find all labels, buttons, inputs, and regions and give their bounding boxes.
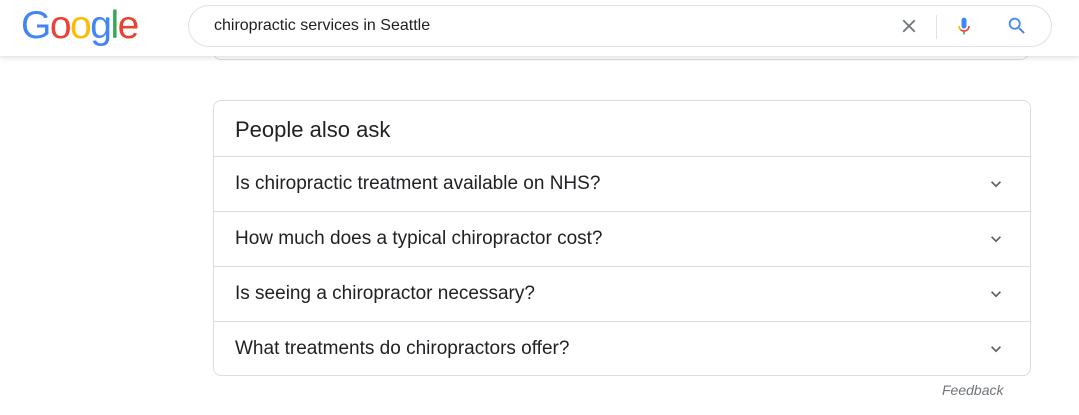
question-text: Is seeing a chiropractor necessary? (235, 283, 535, 304)
logo-letter: g (90, 4, 112, 47)
search-box (188, 5, 1052, 47)
question-text: How much does a typical chiropractor cos… (235, 228, 603, 249)
logo-letter: l (110, 4, 119, 47)
microphone-icon (958, 17, 970, 35)
logo-letter: G (21, 4, 51, 47)
question-item[interactable]: Is chiropractic treatment available on N… (214, 156, 1030, 211)
question-text: What treatments do chiropractors offer? (235, 338, 570, 359)
question-list: Is chiropractic treatment available on N… (214, 156, 1030, 376)
search-input[interactable] (214, 6, 864, 46)
question-item[interactable]: What treatments do chiropractors offer? (214, 321, 1030, 376)
chevron-down-icon (991, 236, 1001, 243)
feedback-link[interactable]: Feedback (942, 382, 1003, 398)
chevron-down-icon (991, 291, 1001, 298)
search-button[interactable] (999, 6, 1035, 46)
question-item[interactable]: How much does a typical chiropractor cos… (214, 211, 1030, 266)
header-bar: Google (0, 0, 1079, 56)
clear-search-button[interactable] (891, 6, 927, 46)
google-logo[interactable]: Google (21, 4, 140, 47)
search-results-page: Google chiropractic services in Seattle … (0, 0, 1079, 415)
voice-search-button[interactable] (946, 6, 982, 46)
question-text: Is chiropractic treatment available on N… (235, 173, 601, 194)
people-also-ask-title: People also ask (235, 117, 391, 142)
question-item[interactable]: Is seeing a chiropractor necessary? (214, 266, 1030, 321)
search-icon (1008, 17, 1025, 34)
logo-letter: o (70, 4, 92, 47)
logo-letter: o (49, 4, 72, 47)
chevron-down-icon (991, 346, 1001, 353)
people-also-ask-panel: People also ask Is chiropractic treatmen… (213, 100, 1031, 376)
logo-letter: e (117, 4, 140, 47)
chevron-down-icon (991, 181, 1001, 188)
search-divider (936, 15, 937, 39)
close-icon (902, 19, 916, 33)
